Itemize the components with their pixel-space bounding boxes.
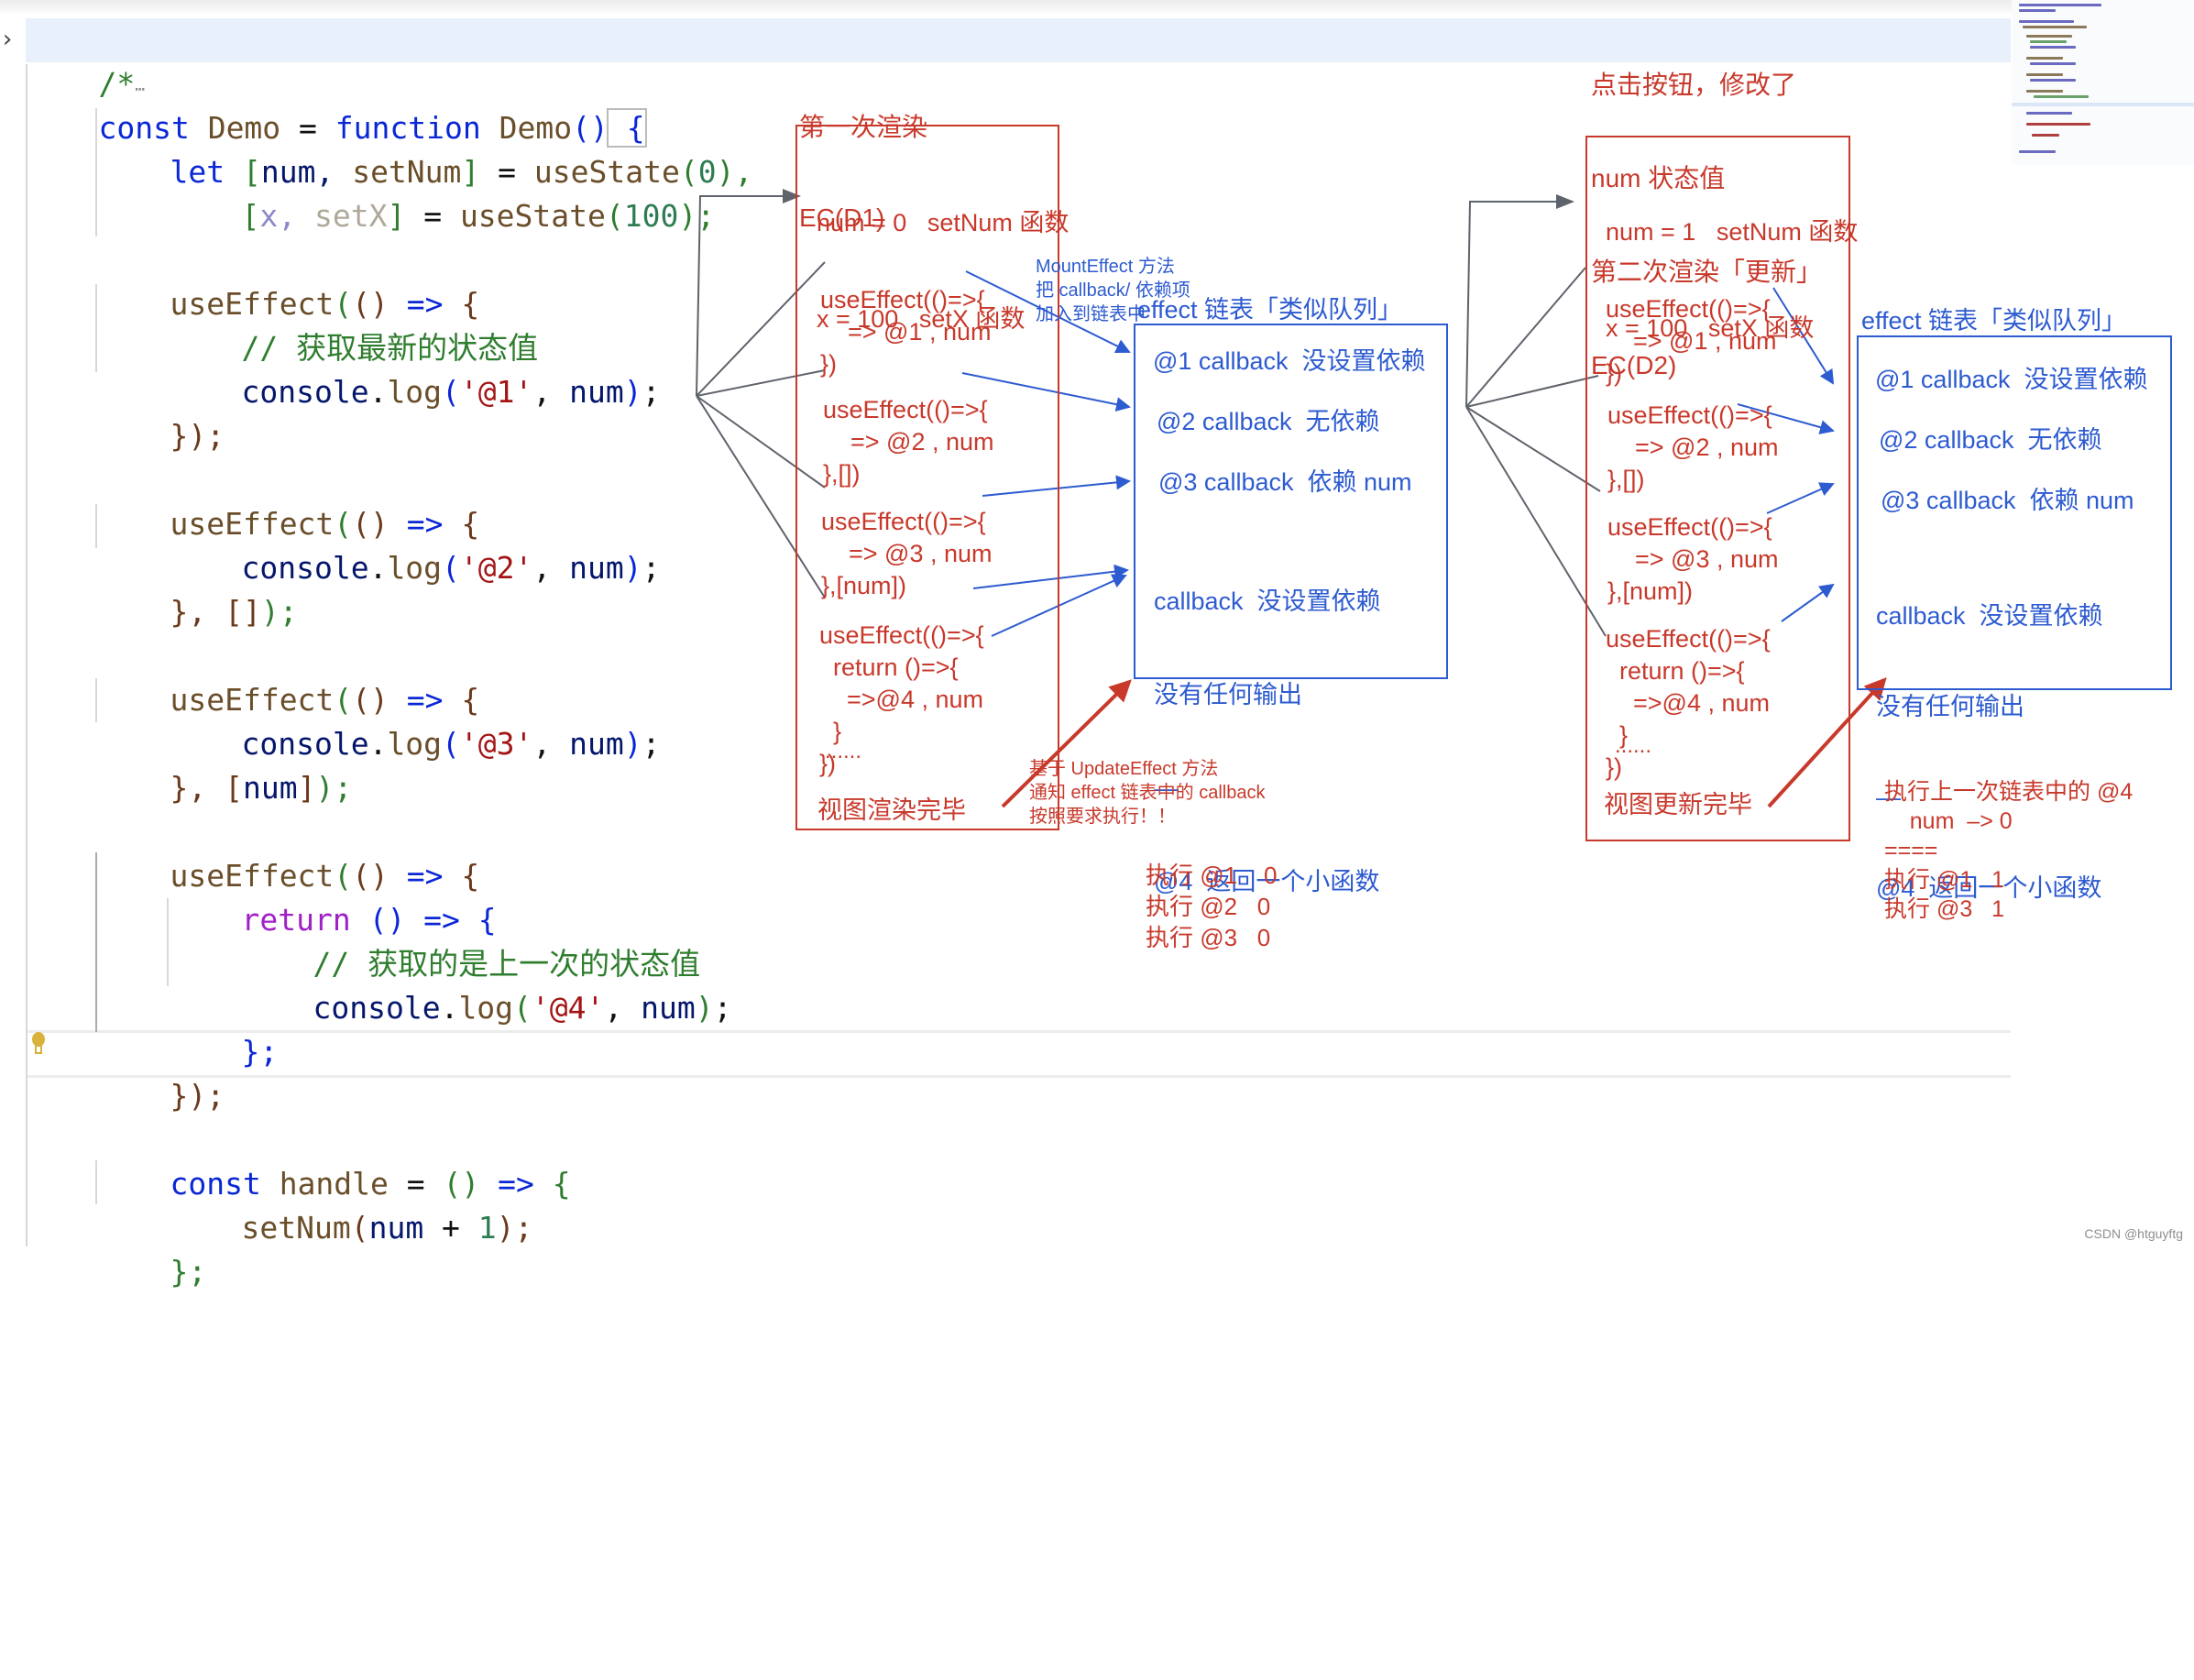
grey-line-effect3-2 bbox=[1465, 406, 1601, 492]
execution-log-1: 执行 @1 0 执行 @2 0 执行 @3 0 bbox=[1146, 862, 1278, 951]
render2-done: 视图更新完毕 bbox=[1604, 791, 1752, 818]
watermark: CSDN @htguyftg bbox=[2084, 1226, 2183, 1241]
grey-line-effect1-2 bbox=[1465, 267, 1586, 408]
grey-arrow-to-state-2 bbox=[1465, 194, 1574, 408]
effect-list1-title: effect 链表「类似队列」 bbox=[1137, 296, 1403, 324]
effect-list1-item: @1 callback 没设置依赖 bbox=[1153, 347, 1426, 375]
effect-list2-item: @2 callback 无依赖 bbox=[1879, 426, 2102, 454]
grey-line-effect2-2 bbox=[1465, 375, 1599, 408]
render1-ellipsis: ...... bbox=[825, 739, 862, 763]
effect-list2-title: effect 链表「类似队列」 bbox=[1861, 307, 2127, 335]
effect-list2-item: @3 callback 依赖 num bbox=[1881, 487, 2134, 514]
execution-log-2: 执行上一次链表中的 @4 num –> 0 ==== 执行 @1 1 执行 @3 1 bbox=[1884, 779, 2134, 922]
render2-effect4: useEffect(()=>{ return ()=>{ =>@4 , num … bbox=[1606, 625, 1771, 781]
effect-list1-item: @3 callback 依赖 num bbox=[1158, 468, 1412, 496]
render1-done: 视图渲染完毕 bbox=[817, 796, 966, 824]
grey-arrow-to-state bbox=[696, 189, 801, 397]
effect-list1-item: @2 callback 无依赖 bbox=[1157, 408, 1380, 435]
effect-list2-item: @1 callback 没设置依赖 bbox=[1875, 366, 2148, 393]
render2-ellipsis: ...... bbox=[1615, 733, 1652, 758]
render1-effect4: useEffect(()=>{ return ()=>{ =>@4 , num … bbox=[819, 621, 984, 777]
